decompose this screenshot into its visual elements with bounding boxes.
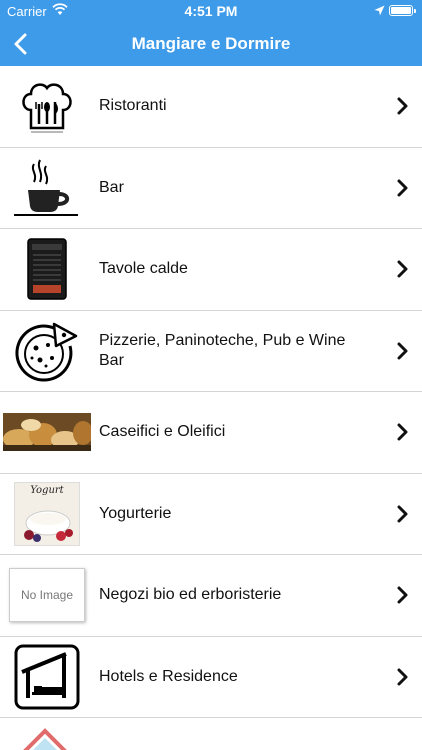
chevron-right-icon — [397, 260, 408, 278]
status-bar: Carrier 4:51 PM — [0, 0, 422, 22]
list-item-label: Negozi bio ed erboristerie — [99, 586, 282, 604]
cheese-bread-photo — [3, 400, 91, 464]
list-item-ristoranti[interactable]: Ristoranti — [0, 66, 422, 148]
list-item-label: Yogurterie — [99, 504, 172, 522]
chevron-right-icon — [397, 668, 408, 685]
battery-icon — [389, 5, 416, 16]
list-item-label: Pizzerie, Paninoteche, Pub e Wine Bar — [99, 331, 346, 369]
bed-house-icon — [10, 644, 84, 709]
coffee-cup-icon — [12, 156, 82, 220]
pizza-icon — [10, 319, 84, 383]
no-image-placeholder: No Image — [8, 563, 86, 627]
list-item-label: Bar — [99, 178, 124, 196]
clock: 4:51 PM — [184, 3, 238, 19]
header: Carrier 4:51 PM Mangiare e Dormire — [0, 0, 422, 66]
navigation-bar: Mangiare e Dormire — [0, 22, 422, 66]
chef-hat-icon — [10, 74, 84, 138]
list-item-bar[interactable]: Bar — [0, 148, 422, 229]
yogurt-photo: Yogurt — [14, 481, 80, 546]
category-list: Ristoranti Bar Tavole calde Pizzerie, Pa… — [0, 66, 422, 750]
list-item-hotels[interactable]: Hotels e Residence — [0, 637, 422, 718]
list-item-yogurterie[interactable]: Yogurt Yogurterie — [0, 474, 422, 555]
chevron-right-icon — [397, 179, 408, 196]
list-item-label: Hotels e Residence — [99, 667, 238, 685]
chevron-right-icon — [397, 97, 408, 115]
battery-level — [391, 7, 411, 14]
list-item-tavole-calde[interactable]: Tavole calde — [0, 229, 422, 311]
no-image-text: No Image — [9, 568, 85, 622]
location-arrow-icon — [374, 4, 385, 19]
list-item-pizzerie[interactable]: Pizzerie, Paninoteche, Pub e Wine Bar — [0, 311, 422, 392]
list-item-caseifici[interactable]: Caseifici e Oleifici — [0, 392, 422, 474]
list-item-label: Tavole calde — [99, 260, 188, 278]
chevron-right-icon — [397, 342, 408, 359]
menu-board-icon — [10, 237, 84, 301]
house-roof-icon — [20, 728, 70, 750]
page-title: Mangiare e Dormire — [131, 34, 291, 53]
chevron-right-icon — [397, 586, 408, 604]
list-item-negozi-bio[interactable]: No Image Negozi bio ed erboristerie — [0, 555, 422, 637]
chevron-right-icon — [397, 423, 408, 441]
list-item-label: Caseifici e Oleifici — [99, 423, 226, 441]
list-item-partial[interactable] — [0, 718, 422, 750]
list-item-label: Ristoranti — [99, 97, 167, 115]
chevron-right-icon — [397, 505, 408, 522]
